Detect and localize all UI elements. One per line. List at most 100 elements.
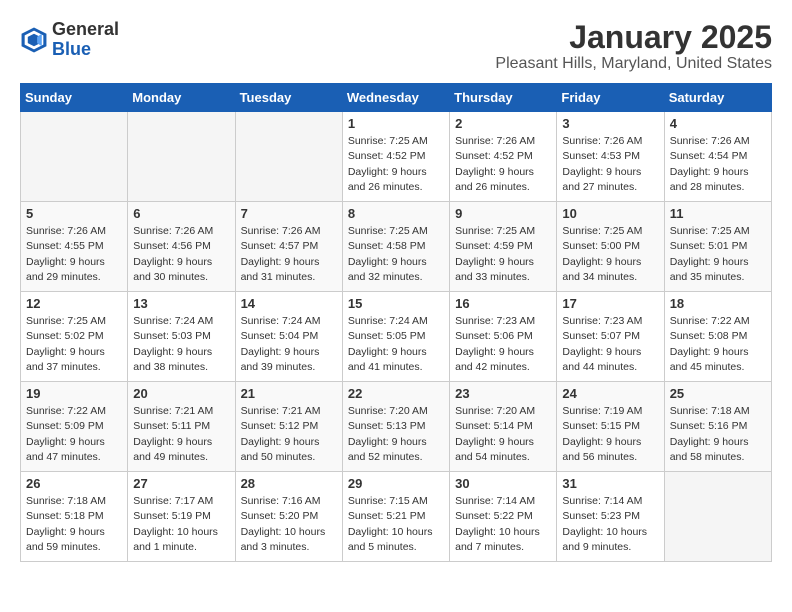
day-info: Sunrise: 7:21 AM Sunset: 5:12 PM Dayligh… xyxy=(241,404,337,465)
day-info: Sunrise: 7:18 AM Sunset: 5:18 PM Dayligh… xyxy=(26,494,122,555)
weekday-header-wednesday: Wednesday xyxy=(342,84,449,112)
day-cell: 4 Sunrise: 7:26 AM Sunset: 4:54 PM Daylig… xyxy=(664,112,771,202)
calendar: SundayMondayTuesdayWednesdayThursdayFrid… xyxy=(20,83,772,562)
day-number: 19 xyxy=(26,386,122,401)
location-title: Pleasant Hills, Maryland, United States xyxy=(495,55,772,73)
day-cell: 2 Sunrise: 7:26 AM Sunset: 4:52 PM Daylig… xyxy=(450,112,557,202)
weekday-header-friday: Friday xyxy=(557,84,664,112)
day-info: Sunrise: 7:20 AM Sunset: 5:13 PM Dayligh… xyxy=(348,404,444,465)
day-cell: 25 Sunrise: 7:18 AM Sunset: 5:16 PM Dayli… xyxy=(664,382,771,472)
title-area: January 2025 Pleasant Hills, Maryland, U… xyxy=(495,20,772,73)
day-info: Sunrise: 7:16 AM Sunset: 5:20 PM Dayligh… xyxy=(241,494,337,555)
day-number: 14 xyxy=(241,296,337,311)
day-cell: 3 Sunrise: 7:26 AM Sunset: 4:53 PM Daylig… xyxy=(557,112,664,202)
week-row-3: 12Sunrise: 7:25 AM Sunset: 5:02 PM Dayli… xyxy=(21,292,772,382)
day-cell: 29 Sunrise: 7:15 AM Sunset: 5:21 PM Dayli… xyxy=(342,472,449,562)
day-cell: 26 Sunrise: 7:18 AM Sunset: 5:18 PM Dayli… xyxy=(21,472,128,562)
day-cell: 7 Sunrise: 7:26 AM Sunset: 4:57 PM Daylig… xyxy=(235,202,342,292)
day-cell: 15 Sunrise: 7:24 AM Sunset: 5:05 PM Dayli… xyxy=(342,292,449,382)
day-info: Sunrise: 7:24 AM Sunset: 5:05 PM Dayligh… xyxy=(348,314,444,375)
day-info: Sunrise: 7:26 AM Sunset: 4:54 PM Dayligh… xyxy=(670,134,766,195)
day-number: 26 xyxy=(26,476,122,491)
day-info: Sunrise: 7:26 AM Sunset: 4:55 PM Dayligh… xyxy=(26,224,122,285)
day-number: 16 xyxy=(455,296,551,311)
day-number: 10 xyxy=(562,206,658,221)
day-info: Sunrise: 7:19 AM Sunset: 5:15 PM Dayligh… xyxy=(562,404,658,465)
weekday-header-tuesday: Tuesday xyxy=(235,84,342,112)
day-number: 27 xyxy=(133,476,229,491)
day-number: 20 xyxy=(133,386,229,401)
day-info: Sunrise: 7:26 AM Sunset: 4:57 PM Dayligh… xyxy=(241,224,337,285)
day-number: 17 xyxy=(562,296,658,311)
day-info: Sunrise: 7:20 AM Sunset: 5:14 PM Dayligh… xyxy=(455,404,551,465)
day-cell: 17 Sunrise: 7:23 AM Sunset: 5:07 PM Dayli… xyxy=(557,292,664,382)
month-title: January 2025 xyxy=(495,20,772,55)
day-number: 3 xyxy=(562,116,658,131)
day-number: 22 xyxy=(348,386,444,401)
logo-text: General Blue xyxy=(52,20,119,60)
day-number: 2 xyxy=(455,116,551,131)
day-info: Sunrise: 7:23 AM Sunset: 5:06 PM Dayligh… xyxy=(455,314,551,375)
day-number: 1 xyxy=(348,116,444,131)
day-cell: 22 Sunrise: 7:20 AM Sunset: 5:13 PM Dayli… xyxy=(342,382,449,472)
week-row-1: 1 Sunrise: 7:25 AM Sunset: 4:52 PM Daylig… xyxy=(21,112,772,202)
day-cell: 28Sunrise: 7:16 AM Sunset: 5:20 PM Dayli… xyxy=(235,472,342,562)
day-info: Sunrise: 7:25 AM Sunset: 5:01 PM Dayligh… xyxy=(670,224,766,285)
weekday-header-row: SundayMondayTuesdayWednesdayThursdayFrid… xyxy=(21,84,772,112)
day-info: Sunrise: 7:14 AM Sunset: 5:22 PM Dayligh… xyxy=(455,494,551,555)
day-cell xyxy=(235,112,342,202)
day-number: 6 xyxy=(133,206,229,221)
day-cell: 24 Sunrise: 7:19 AM Sunset: 5:15 PM Dayli… xyxy=(557,382,664,472)
day-cell: 27 Sunrise: 7:17 AM Sunset: 5:19 PM Dayli… xyxy=(128,472,235,562)
day-number: 24 xyxy=(562,386,658,401)
day-info: Sunrise: 7:17 AM Sunset: 5:19 PM Dayligh… xyxy=(133,494,229,555)
day-number: 25 xyxy=(670,386,766,401)
day-info: Sunrise: 7:25 AM Sunset: 5:02 PM Dayligh… xyxy=(26,314,122,375)
day-info: Sunrise: 7:24 AM Sunset: 5:04 PM Dayligh… xyxy=(241,314,337,375)
day-cell: 14 Sunrise: 7:24 AM Sunset: 5:04 PM Dayli… xyxy=(235,292,342,382)
day-number: 9 xyxy=(455,206,551,221)
day-cell: 30 Sunrise: 7:14 AM Sunset: 5:22 PM Dayli… xyxy=(450,472,557,562)
day-info: Sunrise: 7:24 AM Sunset: 5:03 PM Dayligh… xyxy=(133,314,229,375)
day-number: 30 xyxy=(455,476,551,491)
day-number: 7 xyxy=(241,206,337,221)
day-cell: 16 Sunrise: 7:23 AM Sunset: 5:06 PM Dayli… xyxy=(450,292,557,382)
page: General Blue January 2025 Pleasant Hills… xyxy=(0,0,792,572)
generalblue-icon xyxy=(20,26,48,54)
day-cell xyxy=(128,112,235,202)
day-cell: 20 Sunrise: 7:21 AM Sunset: 5:11 PM Dayli… xyxy=(128,382,235,472)
day-info: Sunrise: 7:14 AM Sunset: 5:23 PM Dayligh… xyxy=(562,494,658,555)
week-row-4: 19 Sunrise: 7:22 AM Sunset: 5:09 PM Dayli… xyxy=(21,382,772,472)
day-info: Sunrise: 7:26 AM Sunset: 4:53 PM Dayligh… xyxy=(562,134,658,195)
day-number: 4 xyxy=(670,116,766,131)
day-info: Sunrise: 7:25 AM Sunset: 4:52 PM Dayligh… xyxy=(348,134,444,195)
weekday-header-monday: Monday xyxy=(128,84,235,112)
day-cell: 11 Sunrise: 7:25 AM Sunset: 5:01 PM Dayli… xyxy=(664,202,771,292)
day-info: Sunrise: 7:25 AM Sunset: 4:59 PM Dayligh… xyxy=(455,224,551,285)
week-row-2: 5 Sunrise: 7:26 AM Sunset: 4:55 PM Daylig… xyxy=(21,202,772,292)
day-number: 5 xyxy=(26,206,122,221)
day-info: Sunrise: 7:23 AM Sunset: 5:07 PM Dayligh… xyxy=(562,314,658,375)
day-cell: 6 Sunrise: 7:26 AM Sunset: 4:56 PM Daylig… xyxy=(128,202,235,292)
day-number: 11 xyxy=(670,206,766,221)
day-number: 21 xyxy=(241,386,337,401)
day-info: Sunrise: 7:26 AM Sunset: 4:52 PM Dayligh… xyxy=(455,134,551,195)
day-number: 31 xyxy=(562,476,658,491)
day-info: Sunrise: 7:26 AM Sunset: 4:56 PM Dayligh… xyxy=(133,224,229,285)
day-info: Sunrise: 7:18 AM Sunset: 5:16 PM Dayligh… xyxy=(670,404,766,465)
day-number: 13 xyxy=(133,296,229,311)
day-cell xyxy=(21,112,128,202)
weekday-header-saturday: Saturday xyxy=(664,84,771,112)
day-info: Sunrise: 7:22 AM Sunset: 5:08 PM Dayligh… xyxy=(670,314,766,375)
day-cell: 10 Sunrise: 7:25 AM Sunset: 5:00 PM Dayli… xyxy=(557,202,664,292)
day-info: Sunrise: 7:21 AM Sunset: 5:11 PM Dayligh… xyxy=(133,404,229,465)
day-info: Sunrise: 7:25 AM Sunset: 5:00 PM Dayligh… xyxy=(562,224,658,285)
day-number: 15 xyxy=(348,296,444,311)
day-cell: 19 Sunrise: 7:22 AM Sunset: 5:09 PM Dayli… xyxy=(21,382,128,472)
day-number: 29 xyxy=(348,476,444,491)
day-info: Sunrise: 7:15 AM Sunset: 5:21 PM Dayligh… xyxy=(348,494,444,555)
day-cell: 9 Sunrise: 7:25 AM Sunset: 4:59 PM Daylig… xyxy=(450,202,557,292)
day-info: Sunrise: 7:22 AM Sunset: 5:09 PM Dayligh… xyxy=(26,404,122,465)
weekday-header-thursday: Thursday xyxy=(450,84,557,112)
day-cell: 21 Sunrise: 7:21 AM Sunset: 5:12 PM Dayli… xyxy=(235,382,342,472)
